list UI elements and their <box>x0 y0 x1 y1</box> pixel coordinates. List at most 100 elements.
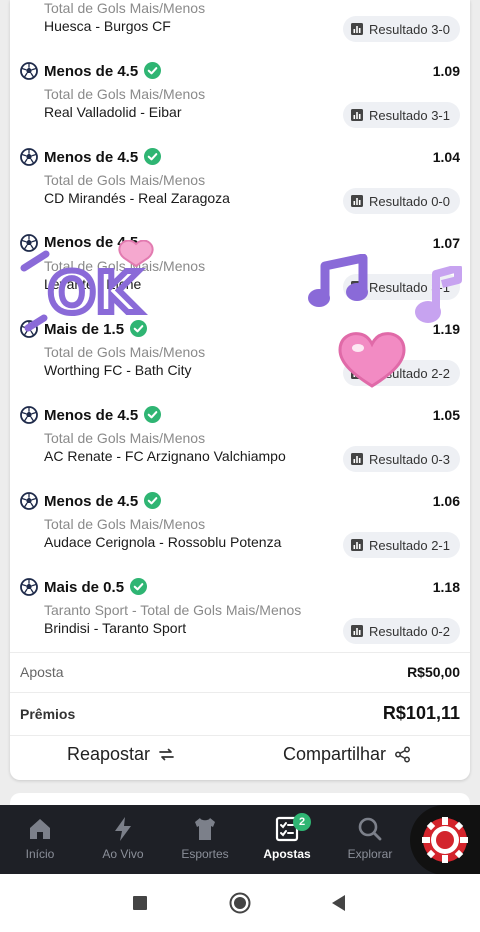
bet-odd: 1.07 <box>432 235 460 251</box>
nav-item-apostas[interactable]: 2 Apostas <box>247 813 327 861</box>
casino-button[interactable] <box>410 805 480 875</box>
result-text: Resultado 3-1 <box>369 107 450 123</box>
bet-selection: Menos de 4.5 <box>44 492 162 511</box>
check-icon <box>144 492 162 509</box>
bet-details-card: Total de Gols Mais/Menos Huesca - Burgos… <box>10 0 470 780</box>
soccer-ball-icon <box>20 320 38 338</box>
bet-teams: Real Valladolid - Eibar <box>44 104 182 120</box>
bet-teams: AC Renate - FC Arzignano Valchiampo <box>44 448 286 464</box>
bottom-navigation: Início Ao Vivo Esportes 2 Apostas Explor… <box>0 805 480 874</box>
divider <box>10 652 470 653</box>
divider <box>10 692 470 693</box>
nav-label: Explorar <box>347 847 393 861</box>
system-navigation-bar <box>0 874 480 932</box>
result-text: Resultado 0-0 <box>369 193 450 209</box>
bet-teams: Worthing FC - Bath City <box>44 362 192 378</box>
nav-label: Início <box>25 847 55 861</box>
bet-selection: Mais de 1.5 <box>44 320 148 339</box>
nav-item-ao-vivo[interactable]: Ao Vivo <box>83 815 163 861</box>
bet-teams: Huesca - Burgos CF <box>44 18 171 34</box>
stake-label: Aposta <box>20 664 64 680</box>
stats-icon <box>351 453 364 465</box>
bet-selection: Menos de 4.5 <box>44 234 139 251</box>
bet-item: Mais de 1.5 1.19 Total de Gols Mais/Meno… <box>10 320 470 406</box>
nav-label: Esportes <box>181 847 229 861</box>
stats-icon <box>351 109 364 121</box>
result-text: Resultado 0-3 <box>369 451 450 467</box>
bet-teams: CD Mirandés - Real Zaragoza <box>44 190 230 206</box>
stats-icon <box>351 281 364 293</box>
prize-label: Prêmios <box>20 706 76 722</box>
soccer-ball-icon <box>20 578 38 596</box>
check-icon <box>130 320 148 337</box>
result-badge[interactable]: Resultado 0-0 <box>343 188 460 214</box>
nav-item-explorar[interactable]: Explorar <box>330 815 410 861</box>
jersey-icon <box>195 818 215 840</box>
bet-selection: Menos de 4.5 <box>44 406 162 425</box>
bet-item: Menos de 4.5 1.07 Total de Gols Mais/Men… <box>10 234 470 320</box>
soccer-ball-icon <box>20 234 38 252</box>
bet-count-badge: 2 <box>293 813 311 831</box>
bet-item: Menos de 4.5 1.05 Total de Gols Mais/Men… <box>10 406 470 492</box>
bet-odd: 1.05 <box>432 407 460 423</box>
search-icon <box>358 817 382 841</box>
bet-item: Menos de 4.5 1.04 Total de Gols Mais/Men… <box>10 148 470 234</box>
nav-label: Ao Vivo <box>102 847 144 861</box>
prize-value: R$101,11 <box>382 703 460 723</box>
stats-icon <box>351 625 364 637</box>
bet-market-type: Total de Gols Mais/Menos <box>44 0 206 16</box>
rebet-button[interactable]: Reapostar <box>67 744 175 765</box>
bet-item: Menos de 4.5 1.09 Total de Gols Mais/Men… <box>10 62 470 148</box>
soccer-ball-icon <box>20 492 38 510</box>
soccer-ball-icon <box>20 62 38 80</box>
stats-icon <box>351 539 364 551</box>
bet-market-type: Taranto Sport - Total de Gols Mais/Menos <box>44 602 302 618</box>
rebet-label: Reapostar <box>67 744 151 764</box>
result-badge[interactable]: Resultado 2-1 <box>343 532 460 558</box>
bet-odd: 1.18 <box>432 579 460 595</box>
repeat-icon <box>159 748 174 761</box>
bet-market-type: Total de Gols Mais/Menos <box>44 344 206 360</box>
bet-market-type: Total de Gols Mais/Menos <box>44 430 206 446</box>
bet-item: Total de Gols Mais/Menos Huesca - Burgos… <box>10 0 470 62</box>
nav-item-inicio[interactable]: Início <box>0 815 80 861</box>
bet-market-type: Total de Gols Mais/Menos <box>44 86 206 102</box>
soccer-ball-icon <box>20 406 38 424</box>
nav-label: Apostas <box>263 847 311 861</box>
share-icon <box>395 746 410 763</box>
result-text: Resultado 2-1 <box>369 537 450 553</box>
bet-odd: 1.04 <box>432 149 460 165</box>
nav-item-esportes[interactable]: Esportes <box>165 815 245 861</box>
bet-odd: 1.19 <box>432 321 460 337</box>
casino-chip-icon <box>422 817 468 863</box>
recents-icon[interactable] <box>132 895 148 911</box>
bet-selection: Menos de 4.5 <box>44 62 162 81</box>
soccer-ball-icon <box>20 148 38 166</box>
stats-icon <box>351 367 364 379</box>
home-icon[interactable] <box>229 892 251 914</box>
result-text: Resultado 3-1 <box>369 279 450 295</box>
bet-teams: Brindisi - Taranto Sport <box>44 620 187 636</box>
check-icon <box>144 62 162 79</box>
bet-market-type: Total de Gols Mais/Menos <box>44 258 206 274</box>
share-button[interactable]: Compartilhar <box>283 744 411 765</box>
result-badge: Resultado 3-0 <box>343 16 460 42</box>
lightning-icon <box>115 817 131 841</box>
result-badge[interactable]: Resultado 0-3 <box>343 446 460 472</box>
bet-teams: Audace Cerignola - Rossoblu Potenza <box>44 534 282 550</box>
bet-item: Menos de 4.5 1.06 Total de Gols Mais/Men… <box>10 492 470 578</box>
result-badge[interactable]: Resultado 3-1 <box>343 102 460 128</box>
bet-selection: Mais de 0.5 <box>44 578 148 597</box>
result-badge[interactable]: Resultado 3-1 <box>343 274 460 300</box>
share-label: Compartilhar <box>283 744 387 764</box>
back-icon[interactable] <box>330 894 346 912</box>
result-badge[interactable]: Resultado 2-2 <box>343 360 460 386</box>
bet-odd: 1.09 <box>432 63 460 79</box>
divider <box>10 735 470 736</box>
bet-odd: 1.06 <box>432 493 460 509</box>
stats-icon <box>351 23 364 35</box>
result-badge[interactable]: Resultado 0-2 <box>343 618 460 644</box>
bet-selection: Menos de 4.5 <box>44 148 162 167</box>
stats-icon <box>351 195 364 207</box>
bet-market-type: Total de Gols Mais/Menos <box>44 516 206 532</box>
